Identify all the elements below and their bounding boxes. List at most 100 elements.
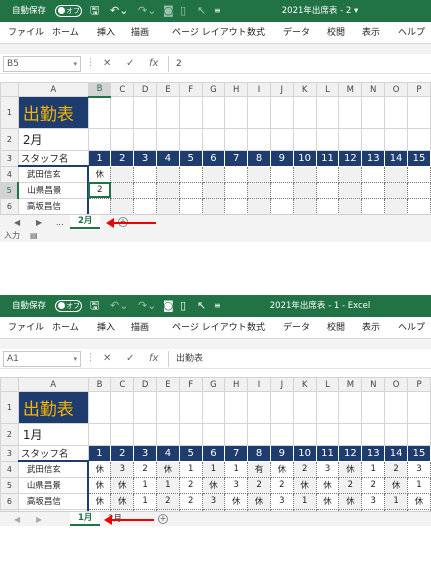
day-header[interactable]: 9: [269, 445, 294, 462]
attendance-cell[interactable]: 休: [247, 492, 271, 510]
column-header[interactable]: P: [407, 377, 431, 392]
sheet-tab-active[interactable]: 2月: [70, 215, 101, 229]
row-header[interactable]: 2: [0, 128, 19, 151]
attendance-cell[interactable]: [361, 181, 386, 199]
attendance-cell[interactable]: 1: [133, 492, 157, 510]
attendance-cell[interactable]: 3: [201, 492, 226, 510]
attendance-cell[interactable]: [133, 197, 157, 214]
day-header[interactable]: 11: [315, 150, 340, 167]
day-header[interactable]: 14: [384, 445, 409, 462]
attendance-cell[interactable]: 1: [224, 460, 249, 478]
attendance-cell[interactable]: [292, 197, 317, 214]
attendance-cell[interactable]: 3: [407, 460, 431, 478]
macro-icon[interactable]: ▤: [30, 229, 38, 242]
day-header[interactable]: 3: [133, 445, 157, 462]
cell[interactable]: [384, 391, 409, 424]
day-header[interactable]: 9: [269, 150, 294, 167]
cell[interactable]: [133, 96, 157, 129]
row-header[interactable]: 6: [0, 197, 19, 214]
enter-icon[interactable]: ✓: [126, 56, 134, 72]
menu-item[interactable]: 数式: [247, 22, 265, 44]
row-header[interactable]: 6: [0, 492, 19, 510]
attendance-cell[interactable]: 3: [269, 492, 294, 510]
attendance-cell[interactable]: [315, 181, 340, 199]
attendance-cell[interactable]: [338, 165, 363, 183]
attendance-cell[interactable]: [269, 181, 294, 199]
attendance-cell[interactable]: [361, 197, 386, 214]
attendance-cell[interactable]: [133, 165, 157, 183]
day-header[interactable]: 12: [338, 445, 363, 462]
camera-icon[interactable]: ◙: [163, 0, 174, 22]
column-header[interactable]: B: [87, 82, 112, 98]
camera-icon[interactable]: ◙: [163, 295, 174, 317]
enter-icon[interactable]: ✓: [126, 351, 134, 367]
attendance-cell[interactable]: 休: [292, 476, 317, 494]
attendance-cell[interactable]: 1: [292, 492, 317, 510]
attendance-cell[interactable]: [247, 181, 271, 199]
save-icon[interactable]: 🖫: [90, 295, 99, 317]
attendance-cell[interactable]: [156, 181, 180, 199]
cell[interactable]: [178, 128, 203, 151]
attendance-cell[interactable]: [384, 197, 408, 214]
cell[interactable]: [407, 423, 431, 446]
cell[interactable]: [224, 391, 249, 424]
chevron-down-icon[interactable]: ▾: [73, 352, 77, 366]
cell[interactable]: [269, 128, 294, 151]
column-header[interactable]: F: [178, 377, 203, 392]
attendance-cell[interactable]: [110, 197, 135, 214]
column-header[interactable]: D: [133, 82, 157, 97]
staff-header[interactable]: スタッフ名: [17, 150, 89, 167]
column-header[interactable]: D: [133, 377, 157, 392]
attendance-cell[interactable]: [269, 197, 294, 214]
column-header[interactable]: K: [292, 377, 317, 392]
attendance-cell[interactable]: [384, 165, 408, 183]
day-header[interactable]: 13: [361, 445, 386, 462]
staff-header[interactable]: スタッフ名: [17, 445, 89, 462]
day-header[interactable]: 6: [201, 150, 226, 167]
attendance-cell[interactable]: 休: [269, 460, 294, 478]
attendance-cell[interactable]: 2: [87, 181, 112, 199]
attendance-cell[interactable]: 2: [155, 492, 180, 510]
attendance-cell[interactable]: [178, 197, 203, 214]
day-header[interactable]: 5: [178, 150, 203, 167]
cell[interactable]: [201, 423, 226, 446]
menu-item[interactable]: 表示: [362, 317, 380, 339]
attendance-cell[interactable]: [110, 165, 135, 183]
attendance-cell[interactable]: [406, 181, 431, 199]
column-header[interactable]: G: [201, 377, 226, 392]
formula-input[interactable]: 2: [176, 56, 182, 72]
cell[interactable]: [269, 96, 294, 129]
cell[interactable]: [133, 423, 157, 446]
attendance-cell[interactable]: [292, 181, 317, 199]
attendance-cell[interactable]: 2: [292, 460, 317, 478]
day-header[interactable]: 8: [247, 445, 271, 462]
cell[interactable]: [384, 128, 408, 151]
day-header[interactable]: 14: [384, 150, 408, 167]
menu-item[interactable]: ファイル: [8, 317, 44, 339]
day-header[interactable]: 4: [155, 445, 180, 462]
attendance-cell[interactable]: 休: [110, 492, 135, 510]
attendance-cell[interactable]: [315, 197, 340, 214]
cell[interactable]: [315, 423, 340, 446]
attendance-cell[interactable]: 2: [247, 476, 271, 494]
day-header[interactable]: 10: [292, 150, 317, 167]
select-all-corner[interactable]: [0, 82, 19, 97]
select-all-corner[interactable]: [0, 377, 19, 392]
menu-item[interactable]: ページ レイアウト: [172, 22, 247, 44]
cancel-icon[interactable]: ✕: [103, 351, 111, 367]
day-header[interactable]: 12: [338, 150, 363, 167]
document-icon[interactable]: ▯: [180, 295, 186, 317]
staff-name[interactable]: 武田信玄: [17, 165, 90, 183]
column-header[interactable]: A: [17, 377, 89, 392]
cell[interactable]: [201, 96, 226, 129]
attendance-cell[interactable]: [384, 181, 408, 199]
cell[interactable]: [87, 96, 112, 129]
attendance-cell[interactable]: [110, 181, 135, 199]
sheet-grid[interactable]: A B C D E F G H I J K L M N O P 1 出勤表 2 2月 3 スタッフ名 1 2 3 4 5 6 7 8 9 10…: [0, 82, 431, 214]
name-box[interactable]: A1 ▾: [3, 351, 81, 367]
menu-item[interactable]: データ: [283, 22, 310, 44]
staff-name[interactable]: 高坂昌信: [17, 197, 90, 214]
formula-input[interactable]: 出勤表: [176, 351, 203, 367]
document-icon[interactable]: ▯: [180, 0, 186, 22]
attendance-cell[interactable]: 休: [384, 476, 409, 494]
